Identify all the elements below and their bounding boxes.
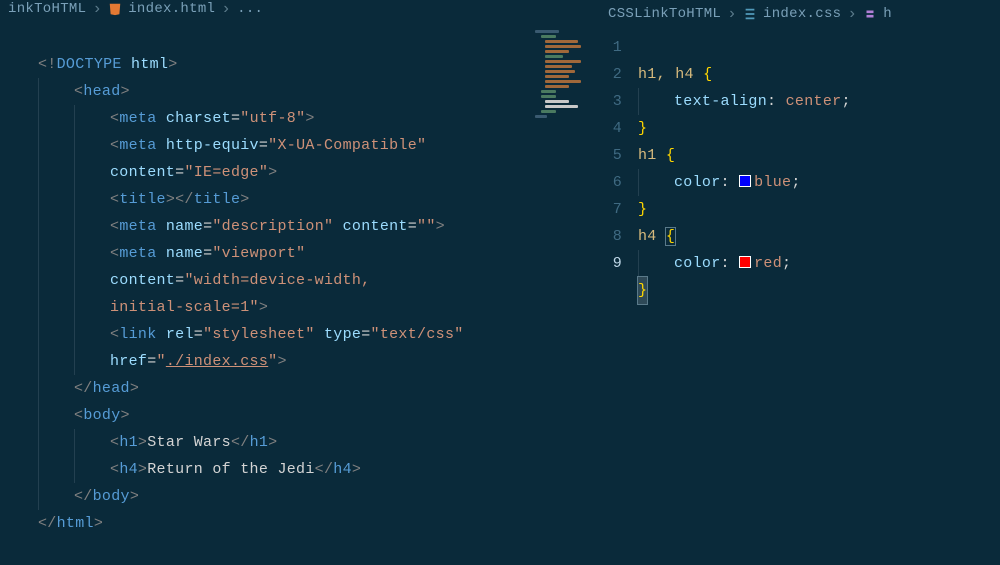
code-content-right[interactable]: h1, h4 { text-align: center; } h1 { colo… xyxy=(638,34,1000,556)
chevron-right-icon: › xyxy=(92,0,102,18)
color-swatch-blue-icon xyxy=(739,175,751,187)
breadcrumb-right[interactable]: CSSLinkToHTML › index.css › h xyxy=(600,0,1000,28)
symbol-icon xyxy=(863,7,877,21)
css-prop: text-align xyxy=(674,93,767,110)
line-number: 4 xyxy=(600,115,622,142)
selector: h1 xyxy=(638,147,666,164)
gutter-left xyxy=(0,24,38,564)
line-number: 1 xyxy=(600,34,622,61)
code-content-left[interactable]: <!DOCTYPE html> <head> <meta charset="ut… xyxy=(38,24,599,564)
line-number: 8 xyxy=(600,223,622,250)
editor-pane-left: inkToHTML › index.html › ... <!DOCTYPE h… xyxy=(0,0,600,556)
brace: { xyxy=(703,66,712,83)
breadcrumb-folder[interactable]: CSSLinkToHTML xyxy=(608,6,721,22)
selector: h1, h4 xyxy=(638,66,703,83)
h4-text: Return of the Jedi xyxy=(147,461,314,478)
chevron-right-icon: › xyxy=(847,5,857,23)
css-value: center xyxy=(786,93,842,110)
brace: { xyxy=(666,147,675,164)
breadcrumb-left[interactable]: inkToHTML › index.html › ... xyxy=(0,0,599,18)
h1-text: Star Wars xyxy=(147,434,231,451)
css-value: red xyxy=(754,255,782,272)
brace-cursor: } xyxy=(638,277,647,304)
code-editor-left[interactable]: <!DOCTYPE html> <head> <meta charset="ut… xyxy=(0,18,599,564)
brace: { xyxy=(666,228,675,245)
chevron-right-icon: › xyxy=(727,5,737,23)
breadcrumb-file[interactable]: index.css xyxy=(763,6,841,22)
brace: } xyxy=(638,120,647,137)
line-number: 9 xyxy=(600,250,622,277)
css-href-link[interactable]: ./index.css xyxy=(166,353,268,370)
editor-pane-right: CSSLinkToHTML › index.css › h 1 2 3 4 5 … xyxy=(600,0,1000,556)
line-number: 2 xyxy=(600,61,622,88)
minimap-left[interactable] xyxy=(535,30,595,210)
brace: } xyxy=(638,201,647,218)
line-number: 6 xyxy=(600,169,622,196)
breadcrumb-more[interactable]: ... xyxy=(237,1,263,17)
css-prop: color xyxy=(674,255,721,272)
color-swatch-red-icon xyxy=(739,256,751,268)
breadcrumb-symbol[interactable]: h xyxy=(883,6,892,22)
selector: h4 xyxy=(638,228,666,245)
gutter-right: 1 2 3 4 5 6 7 8 9 xyxy=(600,34,638,556)
breadcrumb-file[interactable]: index.html xyxy=(128,1,215,17)
css-prop: color xyxy=(674,174,721,191)
line-number: 7 xyxy=(600,196,622,223)
line-number: 5 xyxy=(600,142,622,169)
breadcrumb-folder[interactable]: inkToHTML xyxy=(8,1,86,17)
chevron-right-icon: › xyxy=(221,0,231,18)
line-number: 3 xyxy=(600,88,622,115)
css-value: blue xyxy=(754,174,791,191)
html-file-icon xyxy=(108,2,122,16)
css-file-icon xyxy=(743,7,757,21)
code-editor-right[interactable]: 1 2 3 4 5 6 7 8 9 h1, h4 { text-align: c… xyxy=(600,28,1000,556)
